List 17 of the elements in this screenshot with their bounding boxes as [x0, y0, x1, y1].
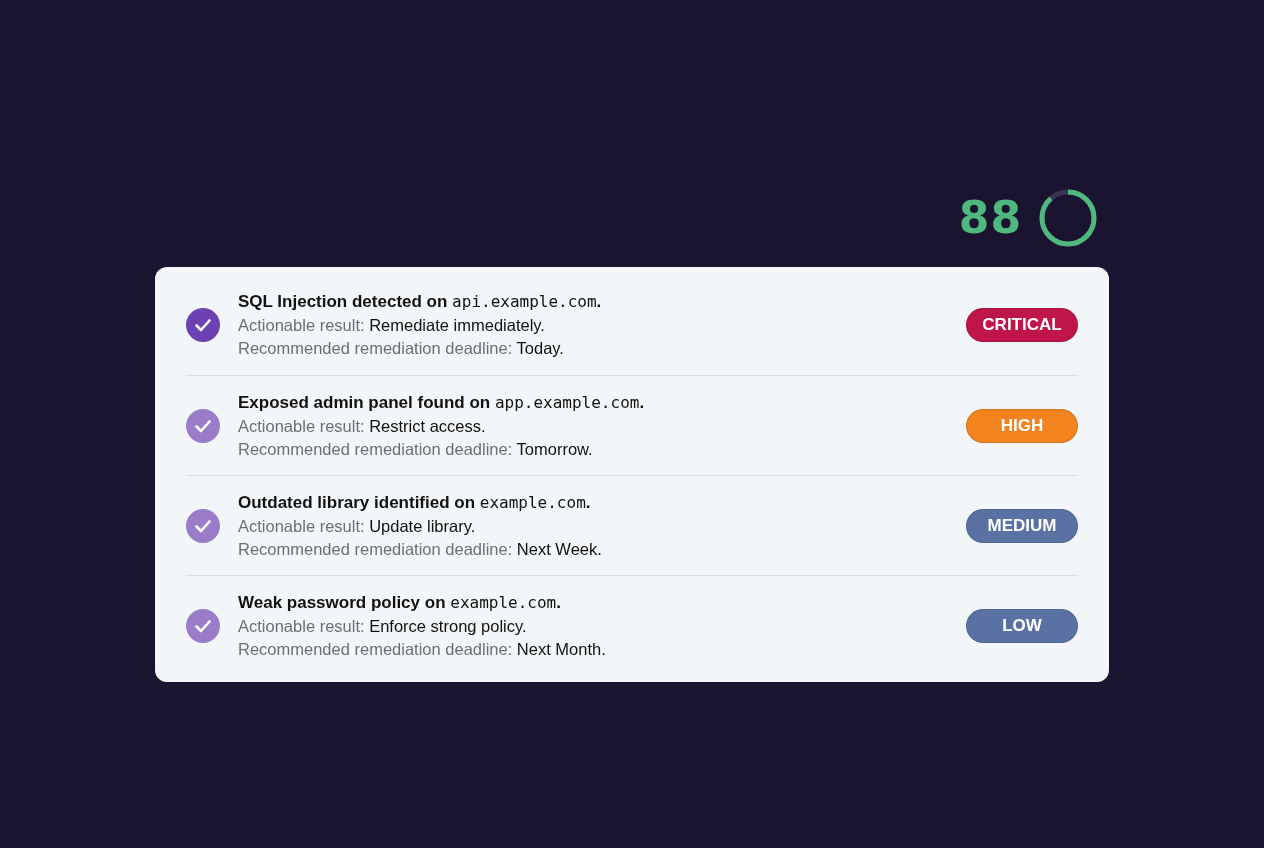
finding-title: SQL Injection detected on api.example.com.: [238, 291, 603, 313]
finding-title: Weak password policy on example.com.: [238, 591, 562, 614]
action-text: Actionable result: Enforce strong policy.: [238, 615, 528, 637]
action-text: Actionable result: Restrict access.: [238, 415, 487, 437]
severity-badge: HIGH: [966, 408, 1078, 443]
severity-badge: CRITICAL: [966, 308, 1078, 342]
severity-badge: LOW: [966, 608, 1078, 643]
deadline-text: Recommended remediation deadline: Tomorrow.: [238, 438, 594, 460]
deadline-text: Recommended remediation deadline: Next Month.: [238, 638, 607, 660]
severity-badge: MEDIUM: [966, 508, 1078, 543]
finding-title: Outdated library identified on example.com.: [238, 491, 592, 514]
score-value: 88: [958, 196, 1022, 240]
finding-title: Exposed admin panel found on app.example.com.: [238, 391, 646, 414]
action-text: Actionable result: Update library.: [238, 515, 477, 537]
action-text: Actionable result: Remediate immediately.: [238, 315, 546, 336]
deadline-text: Recommended remediation deadline: Today.: [238, 338, 565, 359]
deadline-text: Recommended remediation deadline: Next Week.: [238, 538, 603, 560]
